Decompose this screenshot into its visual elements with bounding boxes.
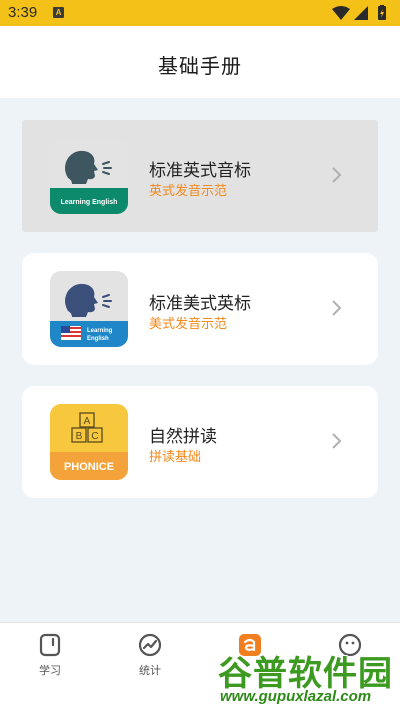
page-header: 基础手册 bbox=[0, 26, 400, 98]
card-title: 自然拼读 bbox=[149, 427, 217, 447]
svg-text:B: B bbox=[76, 431, 83, 442]
book-icon bbox=[39, 633, 61, 657]
card-subtitle: 拼读基础 bbox=[149, 450, 202, 465]
card-british-phonetics[interactable]: Learning English 标准英式音标 英式发音示范 bbox=[22, 120, 378, 232]
system-icons bbox=[332, 5, 386, 20]
chevron-right-icon bbox=[332, 167, 342, 183]
card-subtitle: 美式发音示范 bbox=[149, 317, 228, 332]
british-phonetics-thumbnail: Learning English bbox=[50, 138, 128, 214]
tab-study-label: 学习 bbox=[39, 664, 61, 677]
svg-text:A: A bbox=[84, 416, 91, 427]
american-badge-text-line1: Learning bbox=[87, 328, 113, 334]
american-phonetics-thumbnail: Learning English bbox=[50, 271, 128, 347]
tab-study[interactable]: 学习 bbox=[0, 623, 100, 683]
status-bar: 3:39 A bbox=[0, 0, 400, 26]
american-badge-text-line2: English bbox=[87, 336, 109, 342]
british-badge-text: Learning English bbox=[61, 199, 118, 206]
watermark: 谷普软件园 www.gupuxlazal.com bbox=[218, 646, 398, 708]
card-subtitle: 英式发音示范 bbox=[149, 184, 228, 199]
tab-statistics-label: 统计 bbox=[139, 664, 161, 677]
card-american-phonetics[interactable]: Learning English 标准美式英标 美式发音示范 bbox=[22, 253, 378, 365]
svg-text:C: C bbox=[91, 431, 98, 442]
card-title: 标准美式英标 bbox=[149, 294, 251, 314]
chart-icon bbox=[138, 633, 162, 657]
signal-icon bbox=[354, 6, 368, 20]
wifi-icon bbox=[332, 6, 350, 20]
page-title: 基础手册 bbox=[158, 54, 242, 78]
phonics-thumbnail: A B C PHONICE bbox=[50, 404, 128, 480]
chevron-right-icon bbox=[332, 300, 342, 316]
status-time: 3:39 bbox=[8, 4, 38, 21]
card-title: 标准英式音标 bbox=[149, 161, 251, 181]
notification-icon: A bbox=[53, 7, 64, 18]
chevron-right-icon bbox=[332, 433, 342, 449]
watermark-url: www.gupuxlazal.com bbox=[220, 688, 372, 705]
us-flag-icon bbox=[61, 326, 81, 340]
tab-statistics[interactable]: 统计 bbox=[100, 623, 200, 683]
phonics-badge-text: PHONICE bbox=[64, 461, 114, 473]
card-phonics[interactable]: A B C PHONICE 自然拼读 拼读基础 bbox=[22, 386, 378, 498]
